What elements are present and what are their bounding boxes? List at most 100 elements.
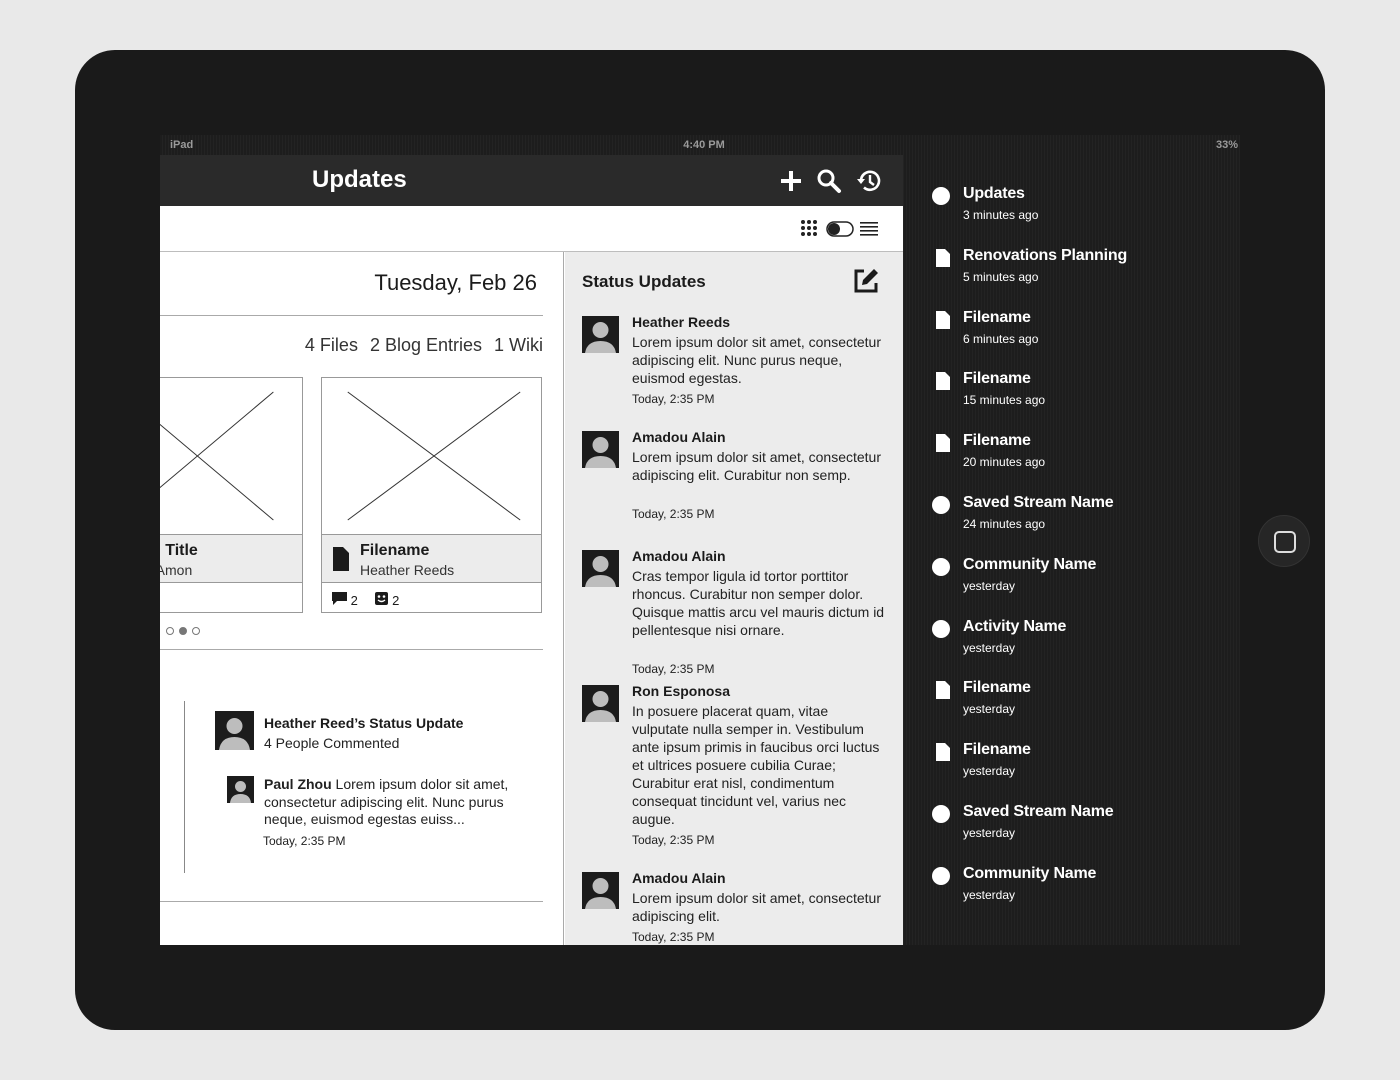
blog-count-link[interactable]: 2 Blog Entries — [370, 335, 482, 355]
wiki-count-link[interactable]: 1 Wiki — [494, 335, 543, 355]
status-updates-title: Status Updates — [582, 272, 706, 291]
post-author[interactable]: Ron Esponosa — [632, 683, 730, 699]
post-author[interactable]: Amadou Alain — [632, 870, 726, 886]
history-icon[interactable] — [855, 167, 883, 195]
sidebar-item-label: Saved Stream Name — [963, 803, 1114, 820]
post-text: In posuere placerat quam, vitae vulputat… — [632, 703, 880, 827]
status-bar: iPad 4:40 PM 33% — [160, 135, 1240, 155]
like-icon — [375, 592, 389, 605]
activity-subtitle: 4 People Commented — [264, 735, 400, 751]
divider — [160, 315, 543, 316]
comment-count: 2 — [350, 593, 358, 608]
post-text: Lorem ipsum dolor sit amet, consectetur … — [632, 890, 881, 924]
page-title: Updates — [312, 166, 407, 193]
avatar — [582, 685, 619, 722]
sidebar-item-time: yesterday — [963, 826, 1016, 840]
plus-icon[interactable] — [777, 167, 805, 195]
post-time: Today, 2:35 PM — [632, 507, 715, 521]
card-author: -Amon — [160, 562, 193, 578]
sidebar-item-time: 24 minutes ago — [963, 517, 1046, 531]
sidebar-item-label: Saved Stream Name — [963, 494, 1114, 511]
sidebar-item-time: yesterday — [963, 578, 1016, 593]
card-title: g Title — [160, 542, 198, 559]
pager-dot-active[interactable] — [179, 627, 187, 635]
home-button[interactable] — [1258, 515, 1310, 567]
sidebar-item-label: Filename — [963, 679, 1031, 697]
compose-icon[interactable] — [853, 268, 879, 299]
activity-title[interactable]: Heather Reed’s Status Update — [264, 715, 463, 731]
pager-dots[interactable] — [166, 622, 205, 640]
document-icon — [936, 372, 950, 391]
avatar — [582, 872, 619, 909]
sidebar-item-time: yesterday — [963, 702, 1016, 717]
post-author[interactable]: Amadou Alain — [632, 429, 726, 445]
circle-icon — [932, 187, 950, 205]
sidebar-item-time: yesterday — [963, 764, 1016, 779]
document-icon — [936, 681, 950, 700]
sidebar-item-time: 5 minutes ago — [963, 269, 1039, 284]
pager-dot[interactable] — [192, 627, 200, 635]
sidebar-item-label: Filename — [963, 370, 1031, 388]
post-author[interactable]: Amadou Alain — [632, 548, 726, 564]
card-title: Filename — [360, 542, 430, 559]
avatar — [582, 550, 619, 587]
comment-time: Today, 2:35 PM — [263, 834, 346, 848]
sidebar-item-label: Updates — [963, 185, 1025, 202]
divider — [160, 649, 543, 650]
sidebar-item-label: Filename — [963, 432, 1031, 450]
ipad-screen: iPad 4:40 PM 33% Updates Tuesday, Feb 26… — [160, 135, 1240, 945]
sidebar-item-label: Community Name — [963, 555, 1097, 573]
nav-bar: Updates — [160, 155, 903, 206]
card-meta: Filename Heather Reeds — [322, 534, 541, 583]
search-icon[interactable] — [815, 167, 843, 195]
sidebar-item-time: yesterday — [963, 640, 1016, 655]
sidebar-item-time: 20 minutes ago — [963, 455, 1046, 470]
circle-icon — [932, 619, 950, 638]
home-square-icon — [1274, 531, 1296, 553]
document-icon — [936, 743, 950, 762]
activity-thread-line — [184, 701, 185, 873]
document-icon — [936, 248, 950, 267]
feed-column: Tuesday, Feb 26 4 Files 2 Blog Entries 1 W… — [160, 252, 564, 945]
card-footer: 2 2 — [332, 592, 399, 608]
sidebar-item-time: yesterday — [963, 887, 1016, 902]
updates-app-panel: Updates Tuesday, Feb 26 4 Files 2 Blog E… — [160, 155, 903, 945]
view-toolbar — [160, 206, 903, 252]
post-time: Today, 2:35 PM — [632, 662, 715, 676]
like-count: 2 — [392, 593, 400, 608]
comment-author[interactable]: Paul Zhou — [264, 776, 332, 792]
files-count-link[interactable]: 4 Files — [305, 335, 358, 355]
post-time: Today, 2:35 PM — [632, 392, 715, 406]
avatar — [215, 711, 254, 750]
circle-icon — [932, 805, 950, 823]
circle-icon — [932, 496, 950, 514]
circle-icon — [932, 557, 950, 576]
grid-view-icon[interactable] — [800, 219, 818, 242]
post-author[interactable]: Heather Reeds — [632, 314, 730, 330]
sidebar-item-label: Activity Name — [963, 617, 1067, 635]
card-meta: g Title -Amon — [160, 534, 302, 583]
clock: 4:40 PM — [683, 139, 725, 151]
content-counts: 4 Files 2 Blog Entries 1 Wiki — [293, 335, 543, 356]
sidebar-item-label: Filename — [963, 741, 1031, 759]
status-updates-panel: Status Updates Heather Reeds Lorem ipsum … — [565, 252, 903, 945]
sidebar-item-label: Renovations Planning — [963, 246, 1128, 264]
document-icon — [333, 547, 349, 571]
avatar — [582, 431, 619, 468]
content-card[interactable]: g Title -Amon — [160, 377, 303, 613]
card-author: Heather Reeds — [360, 562, 455, 578]
comment-icon — [332, 592, 347, 605]
circle-icon — [932, 866, 950, 885]
pager-dot[interactable] — [166, 627, 174, 635]
image-placeholder-icon — [160, 391, 274, 521]
document-icon — [936, 310, 950, 329]
post-time: Today, 2:35 PM — [632, 833, 715, 847]
document-icon — [936, 434, 950, 453]
sidebar-item-label: Community Name — [963, 864, 1097, 882]
battery-level: 33% — [1215, 139, 1238, 151]
content-card[interactable]: Filename Heather Reeds 2 2 — [321, 377, 542, 613]
comment-body: Paul Zhou Lorem ipsum dolor sit amet, co… — [264, 776, 534, 829]
feed-date: Tuesday, Feb 26 — [374, 270, 537, 295]
list-view-icon[interactable] — [860, 221, 878, 242]
toggle-icon[interactable] — [826, 221, 854, 242]
